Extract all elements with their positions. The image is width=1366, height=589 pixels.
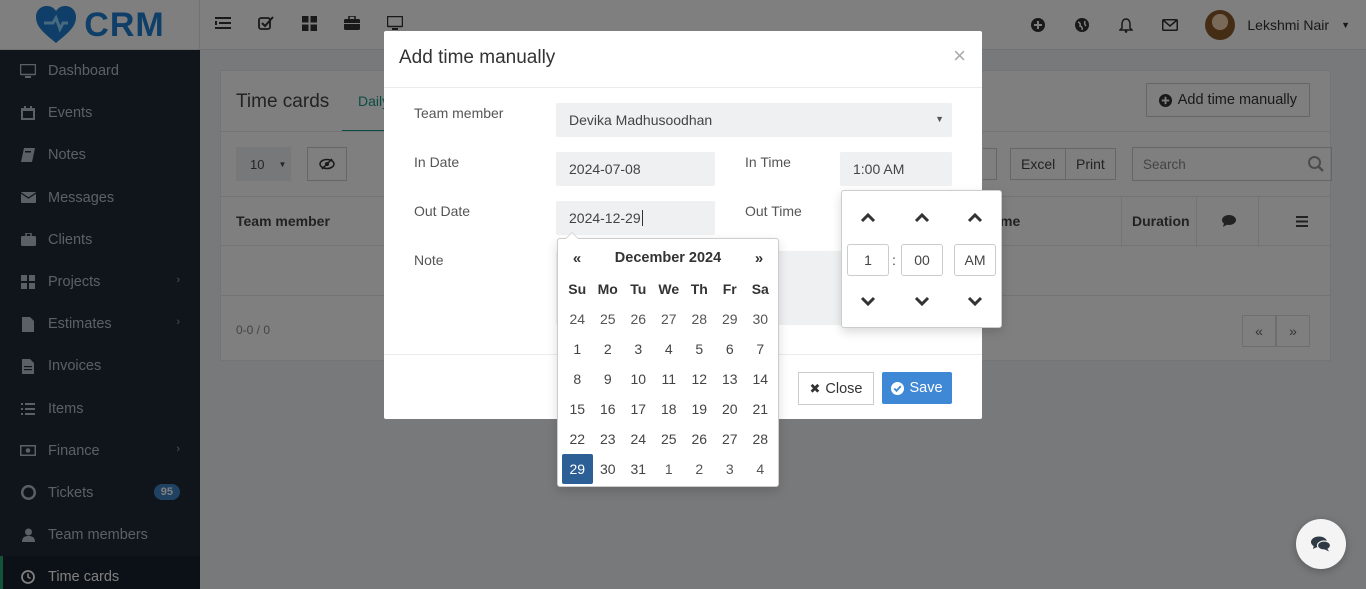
time-separator: :	[892, 252, 896, 268]
weekday-label: Su	[568, 281, 587, 297]
calendar-day[interactable]: 27	[654, 304, 685, 334]
hour-column: 1	[847, 191, 889, 329]
calendar-day[interactable]: 4	[654, 334, 685, 364]
calendar-day[interactable]: 14	[745, 364, 776, 394]
date-picker: « December 2024 » Su Mo Tu We Th Fr Sa 2…	[557, 232, 779, 487]
weekday-label: Fr	[722, 281, 737, 297]
meridian-input[interactable]: AM	[954, 244, 996, 276]
close-button-label: Close	[825, 380, 863, 397]
calendar-day[interactable]: 23	[593, 424, 624, 454]
calendar-day[interactable]: 22	[562, 424, 593, 454]
calendar-grid: Su Mo Tu We Th Fr Sa 24 25 26 27 28 29 3…	[562, 274, 776, 484]
calendar-day[interactable]: 31	[623, 454, 654, 484]
date-picker-header: « December 2024 »	[562, 247, 774, 269]
calendar-day[interactable]: 16	[593, 394, 624, 424]
meridian-column: AM	[954, 191, 996, 329]
calendar-day[interactable]: 6	[715, 334, 746, 364]
calendar-day[interactable]: 8	[562, 364, 593, 394]
chevron-up-icon[interactable]	[858, 208, 878, 228]
out-date-field[interactable]: 2024-12-29	[556, 201, 715, 235]
calendar-day[interactable]: 3	[715, 454, 746, 484]
out-date-label: Out Date	[414, 203, 471, 219]
minute-column: 00	[901, 191, 943, 329]
chevron-down-icon[interactable]	[912, 291, 932, 311]
calendar-day[interactable]: 30	[593, 454, 624, 484]
out-date-value: 2024-12-29	[569, 210, 641, 226]
calendar-day-selected[interactable]: 29	[562, 454, 593, 484]
weekday-label: Mo	[597, 281, 618, 297]
calendar-day[interactable]: 30	[745, 304, 776, 334]
calendar-day[interactable]: 1	[562, 334, 593, 364]
team-member-value: Devika Madhusoodhan	[569, 112, 713, 128]
time-picker: 1 : 00 AM	[841, 190, 1002, 328]
in-date-value: 2024-07-08	[569, 161, 641, 177]
chevron-up-icon[interactable]	[912, 208, 932, 228]
weekday-label: We	[658, 281, 680, 297]
calendar-day[interactable]: 3	[623, 334, 654, 364]
calendar-day[interactable]: 1	[654, 454, 685, 484]
calendar-day[interactable]: 7	[745, 334, 776, 364]
calendar-day[interactable]: 28	[745, 424, 776, 454]
calendar-day[interactable]: 24	[562, 304, 593, 334]
previous-month-button[interactable]: «	[562, 250, 592, 267]
month-label[interactable]: December 2024	[615, 250, 721, 266]
calendar-day[interactable]: 24	[623, 424, 654, 454]
calendar-day[interactable]: 12	[684, 364, 715, 394]
minute-input[interactable]: 00	[901, 244, 943, 276]
chat-button[interactable]	[1296, 519, 1346, 569]
comments-icon	[1311, 536, 1331, 552]
calendar-day[interactable]: 19	[684, 394, 715, 424]
out-time-label: Out Time	[745, 203, 802, 219]
close-button[interactable]: ✖ Close	[798, 372, 874, 405]
team-member-select[interactable]: Devika Madhusoodhan ▼	[556, 103, 952, 137]
calendar-day[interactable]: 26	[623, 304, 654, 334]
modal-title: Add time manually	[399, 47, 556, 68]
calendar-day[interactable]: 13	[715, 364, 746, 394]
close-icon[interactable]: ×	[953, 45, 966, 67]
calendar-day[interactable]: 20	[715, 394, 746, 424]
times-icon: ✖	[809, 380, 821, 396]
in-time-value: 1:00 AM	[853, 161, 905, 177]
in-date-label: In Date	[414, 154, 460, 170]
calendar-day[interactable]: 29	[715, 304, 746, 334]
caret-down-icon: ▼	[935, 114, 944, 124]
calendar-day[interactable]: 21	[745, 394, 776, 424]
calendar-day[interactable]: 2	[684, 454, 715, 484]
next-month-button[interactable]: »	[744, 250, 774, 267]
note-label: Note	[414, 252, 444, 268]
calendar-day[interactable]: 9	[593, 364, 624, 394]
team-member-label: Team member	[414, 105, 504, 121]
weekday-label: Th	[690, 281, 708, 297]
chevron-up-icon[interactable]	[965, 208, 985, 228]
calendar-day[interactable]: 15	[562, 394, 593, 424]
weekday-label: Sa	[751, 281, 769, 297]
check-circle-icon	[891, 381, 905, 395]
calendar-day[interactable]: 17	[623, 394, 654, 424]
calendar-day[interactable]: 26	[684, 424, 715, 454]
calendar-day[interactable]: 18	[654, 394, 685, 424]
save-button[interactable]: Save	[882, 372, 952, 404]
calendar-day[interactable]: 25	[593, 304, 624, 334]
divider	[384, 87, 982, 88]
calendar-day[interactable]: 2	[593, 334, 624, 364]
chevron-down-icon[interactable]	[965, 291, 985, 311]
calendar-day[interactable]: 4	[745, 454, 776, 484]
calendar-day[interactable]: 28	[684, 304, 715, 334]
calendar-day[interactable]: 5	[684, 334, 715, 364]
weekday-label: Tu	[630, 281, 647, 297]
text-cursor	[641, 210, 643, 226]
in-time-label: In Time	[745, 154, 791, 170]
hour-input[interactable]: 1	[847, 244, 889, 276]
calendar-day[interactable]: 25	[654, 424, 685, 454]
calendar-day[interactable]: 11	[654, 364, 685, 394]
calendar-day[interactable]: 10	[623, 364, 654, 394]
chevron-down-icon[interactable]	[858, 291, 878, 311]
save-button-label: Save	[909, 380, 943, 396]
in-date-field[interactable]: 2024-07-08	[556, 152, 715, 186]
calendar-day[interactable]: 27	[715, 424, 746, 454]
in-time-field[interactable]: 1:00 AM	[840, 152, 952, 186]
